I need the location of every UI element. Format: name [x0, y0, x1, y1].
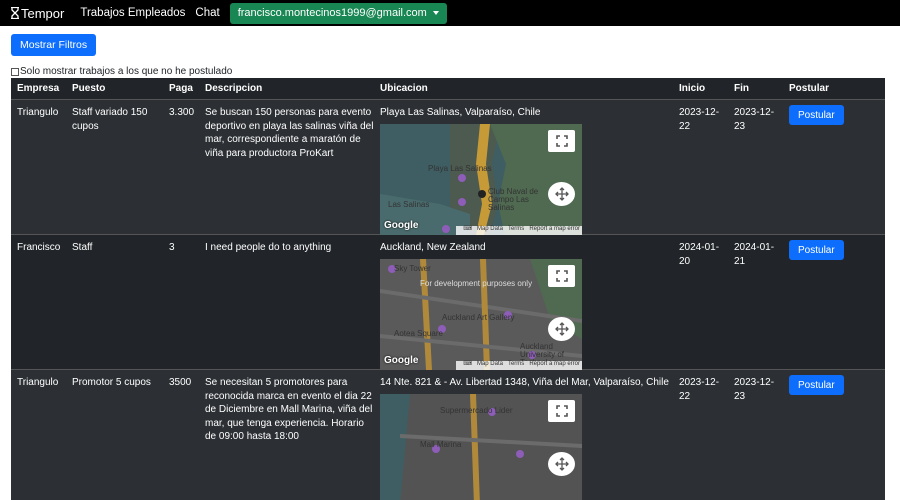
google-logo: Google — [384, 355, 419, 366]
cell-descripcion: I need people do to anything — [205, 242, 332, 253]
map-pan-control[interactable] — [548, 316, 575, 341]
header-fin: Fin — [734, 83, 749, 94]
cell-inicio: 2023-12-22 — [679, 377, 720, 402]
nav-link-trabajos-empleados[interactable]: Trabajos Empleados — [80, 7, 185, 19]
fullscreen-button[interactable] — [548, 399, 575, 422]
fullscreen-button[interactable] — [548, 264, 575, 287]
show-filters-button[interactable]: Mostrar Filtros — [11, 34, 97, 56]
map-footer: ⌨ Map Data Terms Report a map error — [456, 358, 582, 370]
cell-empresa: Francisco — [17, 242, 61, 253]
header-puesto: Puesto — [72, 83, 106, 94]
map-label: Playa Las Salinas — [428, 163, 492, 173]
user-email: francisco.montecinos1999@gmail.com — [237, 7, 427, 19]
keyboard-icon[interactable]: ⌨ — [463, 358, 472, 369]
postular-button[interactable]: Postular — [789, 375, 844, 395]
cell-paga: 3.300 — [169, 107, 195, 118]
cell-empresa: Triangulo — [17, 107, 59, 118]
report-error-link[interactable]: Report a map error — [529, 358, 580, 369]
cell-empresa: Triangulo — [17, 377, 59, 388]
location-map[interactable]: Sky Tower For development purposes only … — [380, 258, 582, 370]
fullscreen-icon — [555, 404, 568, 417]
cell-puesto: Staff variado 150 cupos — [72, 107, 148, 132]
location-map[interactable]: Playa Las Salinas Club Naval de Campo La… — [380, 123, 582, 235]
map-footer: ⌨ Map Data Terms Report a map error — [456, 223, 582, 235]
fullscreen-icon — [555, 269, 568, 282]
cell-puesto: Staff — [72, 242, 93, 253]
map-label: Aotea Square — [394, 328, 443, 338]
location-map[interactable]: Supermercado Lider Mall Marina — [380, 393, 582, 500]
report-error-link[interactable]: Report a map error — [529, 223, 580, 234]
move-icon — [554, 186, 569, 201]
location-text: Auckland, New Zealand — [380, 242, 486, 253]
keyboard-icon[interactable]: ⌨ — [463, 223, 472, 234]
cell-inicio: 2024-01-20 — [679, 242, 720, 267]
map-label: Club Naval de Campo Las Salinas — [488, 186, 539, 212]
cell-paga: 3 — [169, 242, 175, 253]
table-row: Francisco Staff 3 I need people do to an… — [11, 235, 885, 370]
jobs-table: Empresa Puesto Paga Descripcion Ubicacio… — [11, 78, 885, 500]
table-header: Empresa Puesto Paga Descripcion Ubicacio… — [11, 78, 885, 100]
nav-link-chat[interactable]: Chat — [195, 7, 219, 19]
map-label: Mall Marina — [420, 439, 462, 449]
location-text: Playa Las Salinas, Valparaíso, Chile — [380, 107, 541, 118]
top-navbar: Tempor Trabajos Empleados Chat francisco… — [0, 0, 900, 26]
table-row: Triangulo Staff variado 150 cupos 3.300 … — [11, 100, 885, 235]
cell-fin: 2023-12-23 — [734, 377, 775, 402]
header-inicio: Inicio — [679, 83, 706, 94]
not-applied-filter: Solo mostrar trabajos a los que no he po… — [11, 66, 232, 77]
cell-postular: Postular — [783, 100, 881, 234]
hourglass-icon — [11, 7, 19, 19]
table-row: Triangulo Promotor 5 cupos 3500 Se neces… — [11, 370, 885, 500]
brand-name: Tempor — [21, 5, 65, 21]
header-empresa: Empresa — [17, 83, 60, 94]
fullscreen-button[interactable] — [548, 129, 575, 152]
map-label: Auckland Art Gallery — [442, 312, 515, 322]
terms-link[interactable]: Terms — [508, 223, 524, 234]
brand[interactable]: Tempor — [10, 6, 64, 21]
cell-descripcion: Se buscan 150 personas para evento depor… — [205, 107, 374, 159]
map-watermark: For development purposes only — [420, 278, 533, 288]
cell-descripcion: Se necesitan 5 promotores para reconocid… — [205, 377, 373, 442]
move-icon — [554, 456, 569, 471]
cell-postular: Postular — [783, 235, 881, 369]
cell-paga: 3500 — [169, 377, 192, 388]
map-label: Sky Tower — [394, 263, 431, 273]
cell-ubicacion: 14 Nte. 821 & - Av. Libertad 1348, Viña … — [374, 370, 673, 500]
chevron-down-icon — [432, 11, 439, 15]
map-pan-control[interactable] — [548, 181, 575, 206]
header-postular: Postular — [789, 83, 830, 94]
not-applied-label: Solo mostrar trabajos a los que no he po… — [20, 66, 233, 77]
postular-button[interactable]: Postular — [789, 105, 844, 125]
cell-puesto: Promotor 5 cupos — [72, 377, 151, 388]
map-data-link[interactable]: Map Data — [477, 358, 503, 369]
location-text: 14 Nte. 821 & - Av. Libertad 1348, Viña … — [380, 377, 669, 388]
map-label: Supermercado Lider — [440, 405, 513, 415]
map-data-link[interactable]: Map Data — [477, 223, 503, 234]
header-ubicacion: Ubicacion — [380, 83, 428, 94]
fullscreen-icon — [555, 134, 568, 147]
postular-button[interactable]: Postular — [789, 240, 844, 260]
cell-ubicacion: Auckland, New Zealand Sky Tower For deve… — [374, 235, 673, 370]
terms-link[interactable]: Terms — [508, 358, 524, 369]
map-pan-control[interactable] — [548, 451, 575, 476]
not-applied-checkbox[interactable] — [11, 67, 19, 76]
google-logo: Google — [384, 220, 419, 231]
cell-fin: 2023-12-23 — [734, 107, 775, 132]
cell-postular: Postular — [783, 370, 881, 500]
cell-ubicacion: Playa Las Salinas, Valparaíso, Chile Pla… — [374, 100, 673, 235]
map-label: Las Salinas — [388, 199, 430, 209]
cell-fin: 2024-01-21 — [734, 242, 775, 267]
move-icon — [554, 321, 569, 336]
user-dropdown[interactable]: francisco.montecinos1999@gmail.com — [229, 2, 447, 24]
header-descripcion: Descripcion — [205, 83, 263, 94]
cell-inicio: 2023-12-22 — [679, 107, 720, 132]
header-paga: Paga — [169, 83, 193, 94]
